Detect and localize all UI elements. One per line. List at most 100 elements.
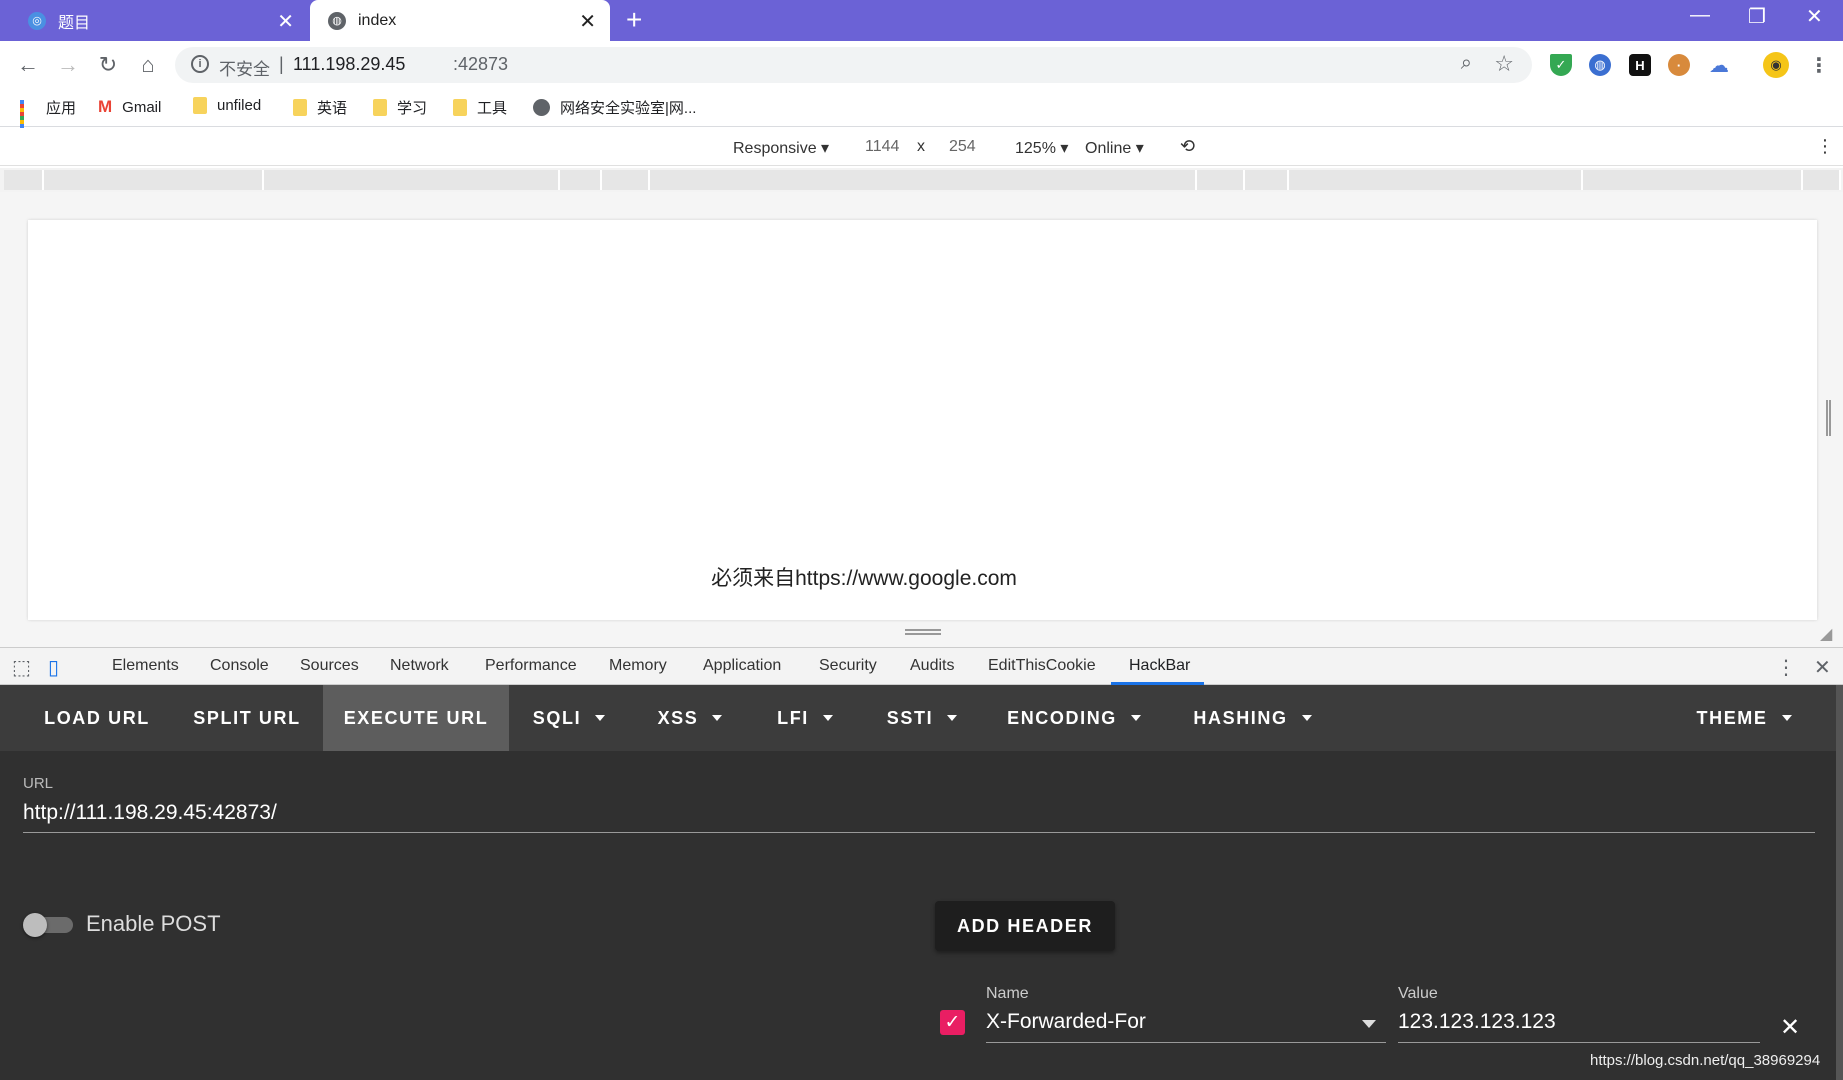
tab-console[interactable]: Console (210, 657, 269, 675)
resize-handle-right[interactable] (1826, 400, 1831, 436)
browser-menu-icon[interactable]: ⋮ (1808, 54, 1830, 77)
remove-header-icon[interactable]: ✕ (1780, 1013, 1800, 1042)
new-tab-button[interactable]: + (626, 4, 642, 36)
header-value-input[interactable]: 123.123.123.123 (1398, 1003, 1760, 1043)
close-tab-icon[interactable]: ✕ (277, 9, 294, 34)
split-url-button[interactable]: SPLIT URL (177, 685, 317, 751)
close-tab-icon[interactable]: ✕ (579, 9, 596, 34)
caret-down-icon (1130, 715, 1141, 721)
device-mode-select[interactable]: Responsive ▾ (733, 138, 829, 158)
tab-sources[interactable]: Sources (300, 657, 359, 675)
devtools-menu-icon[interactable]: ⋮ (1776, 655, 1796, 680)
caret-down-icon (822, 715, 833, 721)
hackbar-extension-icon[interactable]: H (1629, 54, 1651, 76)
folder-icon (293, 99, 307, 116)
restore-icon[interactable]: ❐ (1748, 4, 1766, 29)
shield-extension-icon[interactable]: ✓ (1550, 54, 1572, 76)
viewport-width-input[interactable]: 1144 (865, 138, 899, 156)
hashing-menu[interactable]: HASHING (1180, 685, 1325, 751)
sqli-menu[interactable]: SQLI (519, 685, 619, 751)
globe-icon (533, 99, 550, 116)
site-favicon-icon: ◎ (28, 11, 46, 30)
xss-menu[interactable]: XSS (640, 685, 740, 751)
caret-down-icon (947, 715, 958, 721)
dropdown-caret-icon[interactable] (1362, 1020, 1376, 1028)
bookmark-gmail[interactable]: M Gmail (98, 97, 161, 117)
separator: | (279, 54, 284, 74)
page-message: 必须来自https://www.google.com (711, 567, 1017, 590)
emulated-page: 必须来自https://www.google.com (28, 220, 1817, 620)
tab-title: 题目 (58, 14, 91, 32)
folder-icon (193, 97, 207, 114)
inspect-element-icon[interactable]: ⬚ (12, 655, 31, 680)
cloud-extension-icon[interactable]: ☁ (1708, 54, 1730, 77)
info-icon[interactable]: i (191, 55, 209, 73)
ssti-menu[interactable]: SSTI (870, 685, 974, 751)
address-bar[interactable]: i 不安全 | 111.198.29.45 :42873 ⌕ ☆ (175, 47, 1532, 83)
device-toggle-icon[interactable]: ▯ (48, 655, 59, 680)
device-canvas: 必须来自https://www.google.com ◢ (0, 192, 1843, 647)
tab-network[interactable]: Network (390, 657, 449, 675)
globe-extension-icon[interactable]: ◍ (1589, 54, 1611, 76)
header-name-label: Name (986, 985, 1029, 1002)
tab-memory[interactable]: Memory (609, 657, 667, 675)
home-icon[interactable]: ⌂ (134, 51, 162, 79)
enable-post-label: Enable POST (86, 911, 221, 936)
lfi-menu[interactable]: LFI (760, 685, 850, 751)
device-toolbar: Responsive ▾ 1144 x 254 125% ▾ Online ▾ … (0, 128, 1843, 166)
media-query-bar[interactable] (0, 168, 1843, 192)
resize-corner-icon[interactable]: ◢ (1820, 624, 1832, 644)
load-url-button[interactable]: LOAD URL (28, 685, 166, 751)
tab-timu[interactable]: ◎ 题目 ✕ (10, 0, 308, 41)
dimension-separator: x (917, 138, 925, 155)
bookmark-netsec-lab[interactable]: 网络安全实验室|网... (533, 97, 696, 118)
zoom-icon[interactable]: ⌕ (1461, 52, 1472, 75)
url-input[interactable]: http://111.198.29.45:42873/ (23, 797, 1815, 833)
tab-security[interactable]: Security (819, 657, 877, 675)
caret-down-icon (1781, 715, 1792, 721)
tab-editthiscookie[interactable]: EditThisCookie (988, 657, 1096, 675)
add-header-button[interactable]: ADD HEADER (935, 901, 1115, 951)
bookmark-study[interactable]: 学习 (373, 97, 427, 118)
forward-arrow-icon[interactable]: → (54, 51, 82, 79)
tab-hackbar[interactable]: HackBar (1129, 657, 1190, 675)
theme-menu[interactable]: THEME (1680, 685, 1808, 751)
minimize-icon[interactable]: — (1690, 4, 1710, 27)
hackbar-scrollbar[interactable] (1836, 685, 1843, 1080)
reload-icon[interactable]: ↻ (94, 51, 122, 79)
bookmark-star-icon[interactable]: ☆ (1494, 51, 1514, 77)
tab-index[interactable]: ◍ index ✕ (310, 0, 610, 41)
browser-toolbar: ← → ↻ ⌂ i 不安全 | 111.198.29.45 :42873 ⌕ ☆… (0, 41, 1843, 89)
viewport-height-input[interactable]: 254 (949, 138, 976, 156)
header-enabled-checkbox[interactable]: ✓ (940, 1010, 965, 1035)
network-throttle-select[interactable]: Online ▾ (1085, 138, 1144, 158)
header-name-select[interactable]: X-Forwarded-For (986, 1003, 1386, 1043)
cookie-extension-icon[interactable]: · (1668, 54, 1690, 76)
tab-audits[interactable]: Audits (910, 657, 954, 675)
encoding-menu[interactable]: ENCODING (994, 685, 1154, 751)
bookmark-unfiled[interactable]: unfiled (193, 97, 261, 114)
globe-icon: ◍ (328, 11, 346, 30)
zoom-select[interactable]: 125% ▾ (1015, 138, 1068, 158)
resize-handle-bottom[interactable] (905, 629, 941, 635)
device-toolbar-menu-icon[interactable]: ⋮ (1816, 136, 1834, 157)
caret-down-icon (1301, 715, 1312, 721)
tab-performance[interactable]: Performance (485, 657, 577, 675)
tab-application[interactable]: Application (703, 657, 781, 675)
enable-post-toggle[interactable] (23, 913, 75, 937)
url-host: 111.198.29.45 (293, 54, 406, 74)
gmail-icon: M (98, 97, 113, 116)
tab-title: index (358, 11, 397, 29)
bookmark-apps[interactable]: 应用 (20, 97, 76, 136)
bookmark-english[interactable]: 英语 (293, 97, 347, 118)
folder-icon (453, 99, 467, 116)
back-arrow-icon[interactable]: ← (14, 51, 42, 79)
bookmark-tools[interactable]: 工具 (453, 97, 507, 118)
window-close-icon[interactable]: ✕ (1806, 4, 1823, 29)
caret-down-icon (595, 715, 606, 721)
avatar[interactable]: ◉ (1763, 52, 1789, 78)
execute-url-button[interactable]: EXECUTE URL (323, 685, 509, 751)
devtools-close-icon[interactable]: ✕ (1814, 655, 1831, 680)
tab-elements[interactable]: Elements (112, 657, 179, 675)
rotate-icon[interactable]: ⟲ (1180, 136, 1195, 157)
